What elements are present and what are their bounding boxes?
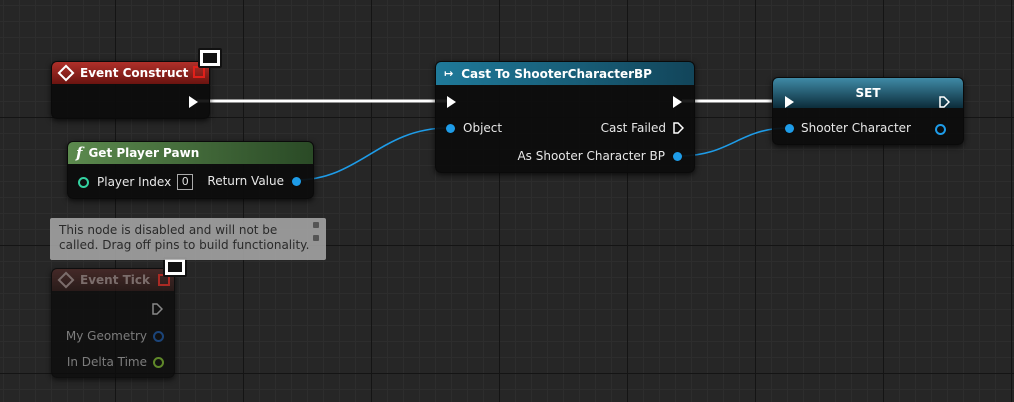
monitor-icon	[198, 48, 222, 68]
player-index-row: Player Index 0	[78, 174, 194, 190]
event-tick-monitor-icon	[163, 257, 187, 277]
tooltip-text: This node is disabled and will not be ca…	[59, 223, 310, 252]
set-exec-out-pin[interactable]	[938, 96, 950, 108]
return-value-row: Return Value	[207, 174, 301, 188]
set-title: SET	[855, 86, 881, 100]
shooter-character-row: Shooter Character	[785, 121, 911, 135]
return-value-pin[interactable]	[292, 176, 301, 186]
cast-arrow-icon: ↦	[444, 67, 454, 80]
player-index-input[interactable]: 0	[177, 174, 194, 190]
event-construct-node[interactable]: Event Construct	[51, 61, 210, 119]
my-geometry-row: My Geometry	[66, 329, 164, 343]
cast-failed-row: Cast Failed	[601, 121, 684, 135]
event-tick-node[interactable]: Event Tick My Geometry In Delta Time	[51, 268, 175, 378]
get-player-pawn-header[interactable]: f Get Player Pawn	[68, 142, 313, 164]
shooter-character-in-pin[interactable]	[785, 123, 794, 133]
my-geometry-pin[interactable]	[153, 330, 164, 342]
return-value-label: Return Value	[207, 174, 284, 188]
exec-out-pin[interactable]	[189, 96, 198, 108]
cast-failed-label: Cast Failed	[600, 121, 666, 135]
event-tick-title: Event Tick	[80, 273, 151, 287]
cast-exec-out-pin[interactable]	[673, 96, 682, 108]
cast-title: Cast To ShooterCharacterBP	[461, 66, 652, 81]
cast-exec-in-pin[interactable]	[447, 96, 456, 108]
as-shooter-pin[interactable]	[673, 151, 682, 161]
event-construct-title: Event Construct	[80, 66, 189, 80]
my-geometry-label: My Geometry	[65, 329, 147, 343]
get-player-pawn-title: Get Player Pawn	[88, 146, 200, 160]
delta-time-label: In Delta Time	[66, 355, 147, 369]
delta-time-pin[interactable]	[153, 356, 164, 368]
object-row: Object	[446, 121, 502, 135]
cast-header[interactable]: ↦ Cast To ShooterCharacterBP	[436, 62, 694, 85]
shooter-character-label: Shooter Character	[801, 121, 911, 135]
player-index-label: Player Index	[97, 175, 172, 189]
cast-failed-exec-pin[interactable]	[672, 122, 684, 134]
event-tick-exec-out-pin[interactable]	[151, 303, 163, 315]
set-header[interactable]: SET	[773, 78, 963, 108]
cast-node[interactable]: ↦ Cast To ShooterCharacterBP Object Cast…	[435, 61, 695, 173]
event-tick-diamond-icon	[57, 271, 75, 289]
pin-icon[interactable]	[313, 222, 319, 228]
get-player-pawn-node[interactable]: f Get Player Pawn Player Index 0 Return …	[67, 141, 314, 199]
delta-time-row: In Delta Time	[67, 355, 164, 369]
as-shooter-row: As Shooter Character BP	[517, 149, 682, 163]
object-pin[interactable]	[446, 123, 455, 133]
doc-icon[interactable]	[313, 235, 319, 241]
shooter-character-out-pin[interactable]	[935, 124, 946, 135]
event-diamond-icon	[57, 64, 75, 82]
set-node[interactable]: SET Shooter Character	[772, 77, 964, 145]
disabled-node-tooltip: This node is disabled and will not be ca…	[50, 218, 326, 260]
event-construct-header[interactable]: Event Construct	[52, 62, 209, 84]
as-shooter-label: As Shooter Character BP	[517, 149, 665, 163]
object-label: Object	[463, 121, 503, 135]
event-tick-header[interactable]: Event Tick	[52, 269, 174, 291]
set-exec-in-pin[interactable]	[785, 96, 794, 108]
player-index-pin[interactable]	[78, 176, 89, 188]
function-icon: f	[76, 144, 83, 162]
